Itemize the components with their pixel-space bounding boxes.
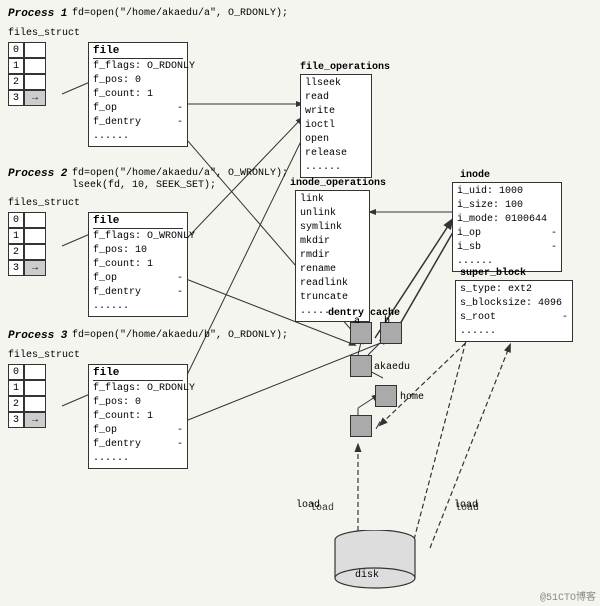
ptr-cell <box>24 42 46 58</box>
ptr-cell-active: → <box>24 90 46 106</box>
process1-index-col: 0 1 2 3 <box>8 42 24 106</box>
disk-label: disk <box>355 570 379 581</box>
process3-ptr-col: → <box>24 364 46 428</box>
process2-index-col: 0 1 2 3 <box>8 212 24 276</box>
ptr-cell-active: → <box>24 260 46 276</box>
process2-label: Process 2 <box>8 168 67 180</box>
process3-file-box: file f_flags: O_RDONLY f_pos: 0 f_count:… <box>88 364 188 469</box>
load-label-right: load <box>454 500 478 511</box>
ptr-cell <box>24 380 46 396</box>
watermark: @51CTO博客 <box>540 588 596 604</box>
idx-cell: 3 <box>8 412 24 428</box>
dentry-label-root: / <box>375 422 381 433</box>
idx-cell: 1 <box>8 58 24 74</box>
super-block-label: super_block <box>460 268 526 279</box>
ptr-cell <box>24 244 46 260</box>
idx-cell: 0 <box>8 364 24 380</box>
idx-cell: 2 <box>8 396 24 412</box>
idx-cell: 0 <box>8 212 24 228</box>
process2-command: fd=open("/home/akaedu/a", O_WRONLY); <box>72 168 288 179</box>
file-operations-box: llseek read write ioctl open release ...… <box>300 74 372 178</box>
ptr-cell <box>24 396 46 412</box>
process1-command: fd=open("/home/akaedu/a", O_RDONLY); <box>72 8 288 19</box>
ptr-cell <box>24 364 46 380</box>
ptr-cell <box>24 212 46 228</box>
super-block-box: s_type: ext2 s_blocksize: 4096 s_root- .… <box>455 280 573 342</box>
file-operations-label: file_operations <box>300 62 390 73</box>
inode-operations-label: inode_operations <box>290 178 386 189</box>
dentry-node-akaedu <box>350 355 372 377</box>
process2-command2: lseek(fd, 10, SEEK_SET); <box>72 180 216 191</box>
process2-struct-label: files_struct <box>8 198 80 209</box>
dentry-node-root <box>350 415 372 437</box>
process1-ptr-col: → <box>24 42 46 106</box>
idx-cell: 1 <box>8 228 24 244</box>
dentry-node-home <box>375 385 397 407</box>
idx-cell: 0 <box>8 42 24 58</box>
ptr-cell <box>24 58 46 74</box>
idx-cell: 2 <box>8 244 24 260</box>
idx-cell: 2 <box>8 74 24 90</box>
process1-file-box: file f_flags: O_RDONLY f_pos: 0 f_count:… <box>88 42 188 147</box>
ptr-cell-active: → <box>24 412 46 428</box>
process3-command: fd=open("/home/akaedu/b", O_RDONLY); <box>72 330 288 341</box>
dentry-label-home: home <box>400 392 424 403</box>
load-label-left: load <box>296 500 320 511</box>
process3-label: Process 3 <box>8 330 67 342</box>
dentry-label-b: b <box>384 316 390 327</box>
ptr-cell <box>24 74 46 90</box>
dentry-label-a: a <box>354 316 360 327</box>
process3-struct-label: files_struct <box>8 350 80 361</box>
process1-struct-label: files_struct <box>8 28 80 39</box>
inode-operations-box: link unlink symlink mkdir rmdir rename r… <box>295 190 370 322</box>
idx-cell: 3 <box>8 90 24 106</box>
idx-cell: 1 <box>8 380 24 396</box>
inode-label: inode <box>460 170 490 181</box>
diagram-container: load load Process 1 fd=open("/home/akaed… <box>0 0 600 606</box>
inode-box: i_uid: 1000 i_size: 100 i_mode: 0100644 … <box>452 182 562 272</box>
idx-cell: 3 <box>8 260 24 276</box>
dentry-label-akaedu: akaedu <box>374 362 410 373</box>
process3-index-col: 0 1 2 3 <box>8 364 24 428</box>
process2-file-box: file f_flags: O_WRONLY f_pos: 10 f_count… <box>88 212 188 317</box>
disk-svg <box>330 530 420 590</box>
process2-ptr-col: → <box>24 212 46 276</box>
process1-label: Process 1 <box>8 8 67 20</box>
ptr-cell <box>24 228 46 244</box>
